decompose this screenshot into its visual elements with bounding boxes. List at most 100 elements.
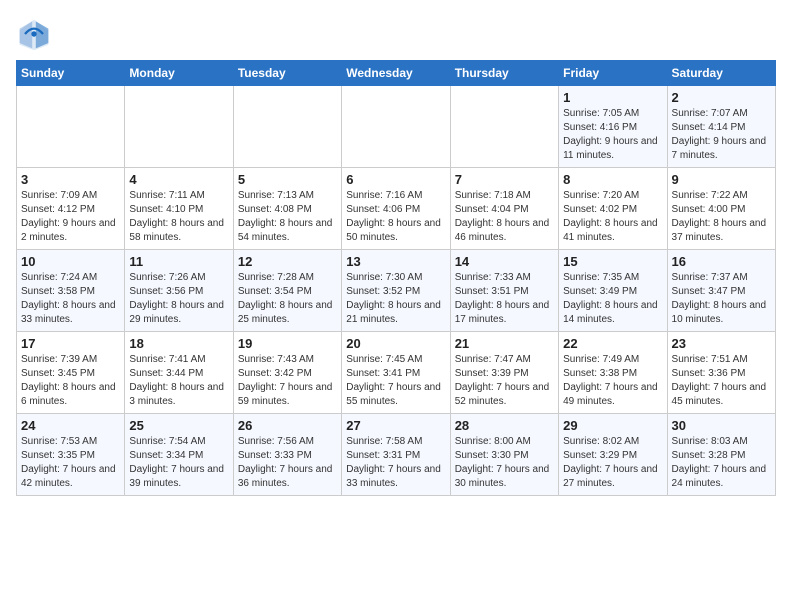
calendar-cell [342, 86, 450, 168]
calendar-cell: 30 Sunrise: 8:03 AM Sunset: 3:28 PM Dayli… [667, 414, 775, 496]
calendar-cell: 4Sunrise: 7:11 AM Sunset: 4:10 PM Daylig… [125, 168, 233, 250]
day-header-thursday: Thursday [450, 61, 558, 86]
calendar-cell: 19 Sunrise: 7:43 AM Sunset: 3:42 PM Dayli… [233, 332, 341, 414]
day-info: Sunrise: 7:22 AM Sunset: 4:00 PM Dayligh… [672, 189, 771, 245]
calendar-cell: 24 Sunrise: 7:53 AM Sunset: 3:35 PM Dayli… [17, 414, 125, 496]
calendar-cell [17, 86, 125, 168]
day-number: 22 [563, 336, 662, 351]
day-info: Sunrise: 8:00 AM Sunset: 3:30 PM Dayligh… [455, 435, 554, 491]
calendar-cell: 10Sunrise: 7:24 AM Sunset: 3:58 PM Dayli… [17, 250, 125, 332]
day-info: Sunrise: 7:33 AM Sunset: 3:51 PM Dayligh… [455, 271, 554, 327]
calendar-cell: 1 Sunrise: 7:05 AM Sunset: 4:16 PM Daylig… [559, 86, 667, 168]
calendar-cell: 14 Sunrise: 7:33 AM Sunset: 3:51 PM Dayli… [450, 250, 558, 332]
day-header-tuesday: Tuesday [233, 61, 341, 86]
day-info: Sunrise: 7:39 AM Sunset: 3:45 PM Dayligh… [21, 353, 120, 409]
calendar-table: SundayMondayTuesdayWednesdayThursdayFrid… [16, 60, 776, 496]
day-number: 17 [21, 336, 120, 351]
logo [16, 16, 56, 52]
week-row-2: 3Sunrise: 7:09 AM Sunset: 4:12 PM Daylig… [17, 168, 776, 250]
calendar-cell [125, 86, 233, 168]
calendar-cell: 16 Sunrise: 7:37 AM Sunset: 3:47 PM Dayli… [667, 250, 775, 332]
day-info: Sunrise: 8:03 AM Sunset: 3:28 PM Dayligh… [672, 435, 771, 491]
day-info: Sunrise: 7:26 AM Sunset: 3:56 PM Dayligh… [129, 271, 228, 327]
day-number: 9 [672, 172, 771, 187]
day-info: Sunrise: 7:11 AM Sunset: 4:10 PM Dayligh… [129, 189, 228, 245]
day-info: Sunrise: 7:54 AM Sunset: 3:34 PM Dayligh… [129, 435, 228, 491]
day-number: 20 [346, 336, 445, 351]
day-info: Sunrise: 7:05 AM Sunset: 4:16 PM Dayligh… [563, 107, 662, 163]
day-info: Sunrise: 7:49 AM Sunset: 3:38 PM Dayligh… [563, 353, 662, 409]
week-row-4: 17 Sunrise: 7:39 AM Sunset: 3:45 PM Dayli… [17, 332, 776, 414]
day-number: 2 [672, 90, 771, 105]
calendar-cell [450, 86, 558, 168]
day-number: 5 [238, 172, 337, 187]
day-number: 28 [455, 418, 554, 433]
day-info: Sunrise: 7:09 AM Sunset: 4:12 PM Dayligh… [21, 189, 120, 245]
calendar-cell: 13 Sunrise: 7:30 AM Sunset: 3:52 PM Dayli… [342, 250, 450, 332]
calendar-cell: 5Sunrise: 7:13 AM Sunset: 4:08 PM Daylig… [233, 168, 341, 250]
calendar-cell: 23 Sunrise: 7:51 AM Sunset: 3:36 PM Dayli… [667, 332, 775, 414]
day-number: 24 [21, 418, 120, 433]
calendar-cell: 28 Sunrise: 8:00 AM Sunset: 3:30 PM Dayli… [450, 414, 558, 496]
calendar-cell: 6 Sunrise: 7:16 AM Sunset: 4:06 PM Daylig… [342, 168, 450, 250]
day-number: 27 [346, 418, 445, 433]
day-number: 7 [455, 172, 554, 187]
calendar-cell: 18 Sunrise: 7:41 AM Sunset: 3:44 PM Dayli… [125, 332, 233, 414]
day-number: 23 [672, 336, 771, 351]
day-number: 29 [563, 418, 662, 433]
calendar-cell: 29 Sunrise: 8:02 AM Sunset: 3:29 PM Dayli… [559, 414, 667, 496]
day-info: Sunrise: 7:16 AM Sunset: 4:06 PM Dayligh… [346, 189, 445, 245]
calendar-cell: 21 Sunrise: 7:47 AM Sunset: 3:39 PM Dayli… [450, 332, 558, 414]
logo-icon [16, 16, 52, 52]
day-number: 18 [129, 336, 228, 351]
day-number: 6 [346, 172, 445, 187]
day-number: 11 [129, 254, 228, 269]
day-info: Sunrise: 7:07 AM Sunset: 4:14 PM Dayligh… [672, 107, 771, 163]
day-number: 19 [238, 336, 337, 351]
day-number: 8 [563, 172, 662, 187]
day-info: Sunrise: 7:20 AM Sunset: 4:02 PM Dayligh… [563, 189, 662, 245]
day-number: 26 [238, 418, 337, 433]
day-info: Sunrise: 7:18 AM Sunset: 4:04 PM Dayligh… [455, 189, 554, 245]
day-info: Sunrise: 7:56 AM Sunset: 3:33 PM Dayligh… [238, 435, 337, 491]
calendar-cell: 25 Sunrise: 7:54 AM Sunset: 3:34 PM Dayli… [125, 414, 233, 496]
calendar-cell: 3Sunrise: 7:09 AM Sunset: 4:12 PM Daylig… [17, 168, 125, 250]
day-info: Sunrise: 7:45 AM Sunset: 3:41 PM Dayligh… [346, 353, 445, 409]
calendar-cell: 12Sunrise: 7:28 AM Sunset: 3:54 PM Dayli… [233, 250, 341, 332]
calendar-cell: 9 Sunrise: 7:22 AM Sunset: 4:00 PM Daylig… [667, 168, 775, 250]
calendar-cell: 11 Sunrise: 7:26 AM Sunset: 3:56 PM Dayli… [125, 250, 233, 332]
day-info: Sunrise: 7:37 AM Sunset: 3:47 PM Dayligh… [672, 271, 771, 327]
header [16, 16, 776, 52]
day-number: 16 [672, 254, 771, 269]
day-header-sunday: Sunday [17, 61, 125, 86]
calendar-cell: 22 Sunrise: 7:49 AM Sunset: 3:38 PM Dayli… [559, 332, 667, 414]
week-row-3: 10Sunrise: 7:24 AM Sunset: 3:58 PM Dayli… [17, 250, 776, 332]
day-info: Sunrise: 7:43 AM Sunset: 3:42 PM Dayligh… [238, 353, 337, 409]
calendar-cell [233, 86, 341, 168]
day-number: 13 [346, 254, 445, 269]
day-info: Sunrise: 7:41 AM Sunset: 3:44 PM Dayligh… [129, 353, 228, 409]
calendar-cell: 17 Sunrise: 7:39 AM Sunset: 3:45 PM Dayli… [17, 332, 125, 414]
day-info: Sunrise: 7:51 AM Sunset: 3:36 PM Dayligh… [672, 353, 771, 409]
day-info: Sunrise: 7:53 AM Sunset: 3:35 PM Dayligh… [21, 435, 120, 491]
day-number: 30 [672, 418, 771, 433]
day-number: 15 [563, 254, 662, 269]
calendar-cell: 20 Sunrise: 7:45 AM Sunset: 3:41 PM Dayli… [342, 332, 450, 414]
day-info: Sunrise: 8:02 AM Sunset: 3:29 PM Dayligh… [563, 435, 662, 491]
day-info: Sunrise: 7:47 AM Sunset: 3:39 PM Dayligh… [455, 353, 554, 409]
day-info: Sunrise: 7:35 AM Sunset: 3:49 PM Dayligh… [563, 271, 662, 327]
week-row-1: 1 Sunrise: 7:05 AM Sunset: 4:16 PM Daylig… [17, 86, 776, 168]
day-header-monday: Monday [125, 61, 233, 86]
day-info: Sunrise: 7:28 AM Sunset: 3:54 PM Dayligh… [238, 271, 337, 327]
calendar-cell: 26 Sunrise: 7:56 AM Sunset: 3:33 PM Dayli… [233, 414, 341, 496]
day-number: 1 [563, 90, 662, 105]
day-number: 14 [455, 254, 554, 269]
week-row-5: 24 Sunrise: 7:53 AM Sunset: 3:35 PM Dayli… [17, 414, 776, 496]
calendar-cell: 27Sunrise: 7:58 AM Sunset: 3:31 PM Dayli… [342, 414, 450, 496]
calendar-body: 1 Sunrise: 7:05 AM Sunset: 4:16 PM Daylig… [17, 86, 776, 496]
calendar-cell: 7 Sunrise: 7:18 AM Sunset: 4:04 PM Daylig… [450, 168, 558, 250]
day-number: 21 [455, 336, 554, 351]
day-info: Sunrise: 7:30 AM Sunset: 3:52 PM Dayligh… [346, 271, 445, 327]
day-number: 25 [129, 418, 228, 433]
day-info: Sunrise: 7:24 AM Sunset: 3:58 PM Dayligh… [21, 271, 120, 327]
